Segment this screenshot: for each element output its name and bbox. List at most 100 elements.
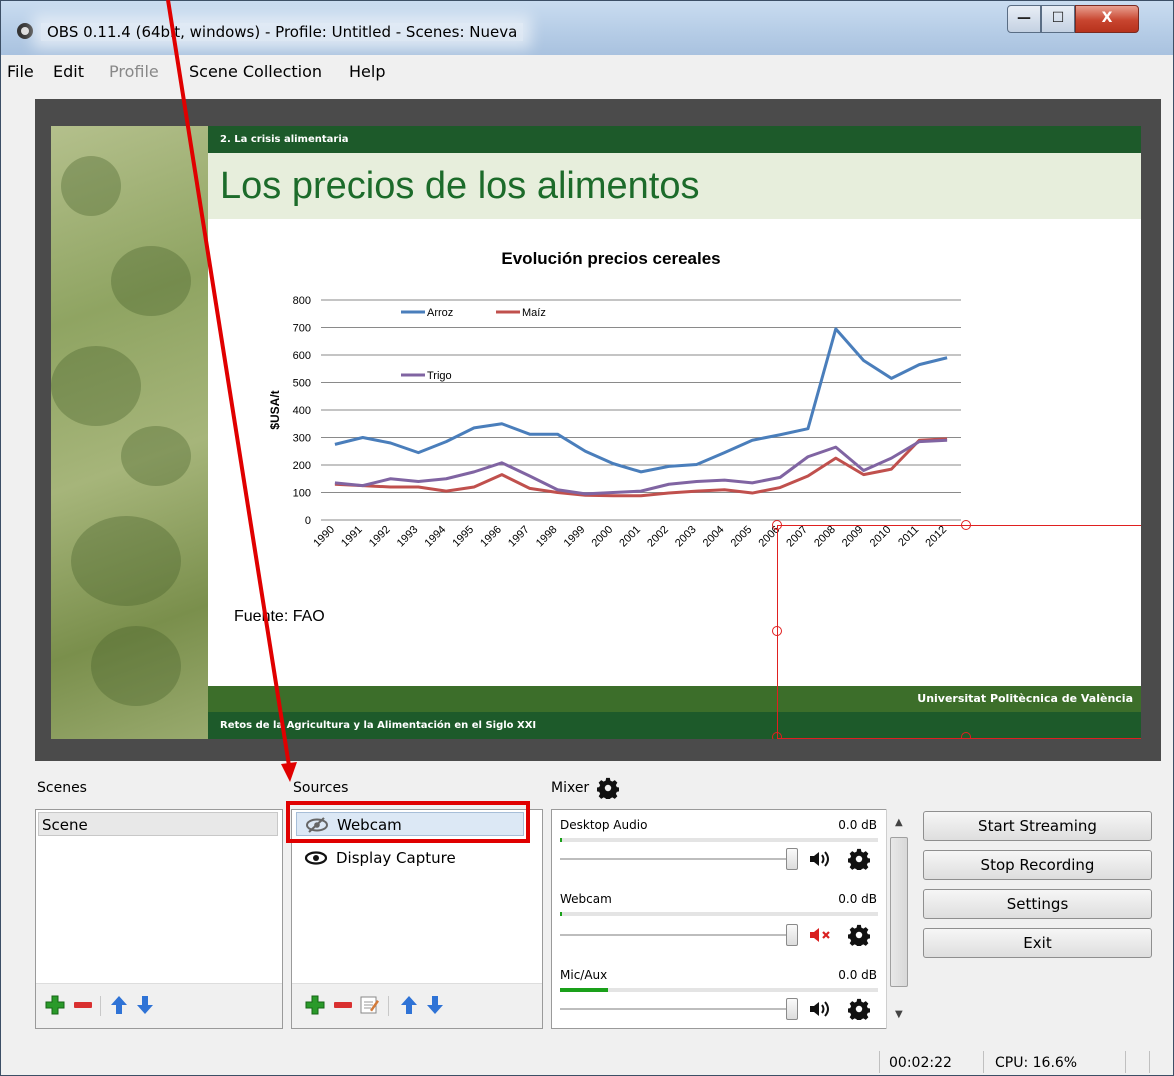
mixer-label: Mixer bbox=[551, 780, 590, 796]
title-bar[interactable]: OBS 0.11.4 (64bit, windows) - Profile: U… bbox=[1, 1, 1173, 55]
volume-slider-knob[interactable] bbox=[786, 848, 798, 870]
move-source-down-icon[interactable] bbox=[424, 994, 446, 1016]
legend-arroz: Arroz bbox=[427, 307, 453, 319]
x-tick-label: 1998 bbox=[534, 524, 560, 550]
status-bar: 00:02:22 CPU: 16.6% bbox=[1, 1047, 1173, 1075]
maximize-button[interactable]: ☐ bbox=[1041, 5, 1075, 33]
x-tick-label: 2003 bbox=[673, 524, 699, 550]
resize-handle-t[interactable] bbox=[961, 520, 971, 530]
y-tick-label: 0 bbox=[305, 515, 311, 527]
scene-item[interactable]: Scene bbox=[38, 812, 278, 836]
scroll-down-arrow-icon[interactable]: ▼ bbox=[895, 1009, 903, 1020]
y-tick-label: 100 bbox=[293, 488, 311, 500]
preview-area[interactable]: 2. La crisis alimentaria Los precios de … bbox=[35, 99, 1161, 761]
exit-button[interactable]: Exit bbox=[923, 928, 1152, 958]
speaker-icon[interactable] bbox=[808, 1000, 830, 1018]
x-tick-label: 2000 bbox=[589, 524, 615, 550]
x-tick-label: 1995 bbox=[450, 524, 476, 550]
move-scene-down-icon[interactable] bbox=[134, 994, 156, 1016]
speaker-muted-icon[interactable] bbox=[808, 926, 832, 944]
speaker-icon[interactable] bbox=[808, 850, 830, 868]
y-tick-label: 600 bbox=[293, 350, 311, 362]
y-tick-label: 400 bbox=[293, 405, 311, 417]
minimize-button[interactable]: — bbox=[1007, 5, 1041, 33]
x-tick-label: 1996 bbox=[478, 524, 504, 550]
slide-source-note: Fuente: FAO bbox=[234, 608, 325, 625]
add-scene-icon[interactable] bbox=[44, 994, 66, 1016]
volume-slider[interactable] bbox=[560, 934, 794, 936]
resize-handle-bl[interactable] bbox=[772, 732, 782, 739]
source-item-display-capture[interactable]: Display Capture bbox=[296, 846, 536, 870]
mixer-channel-name: Desktop Audio bbox=[560, 818, 648, 832]
sources-label: Sources bbox=[293, 780, 349, 796]
scenes-list[interactable]: Scene bbox=[35, 809, 283, 1029]
x-tick-label: 1999 bbox=[562, 524, 588, 550]
legend-maiz: Maíz bbox=[522, 307, 546, 319]
start-streaming-button[interactable]: Start Streaming bbox=[923, 811, 1152, 841]
x-tick-label: 1990 bbox=[311, 524, 337, 550]
source-name-display-capture: Display Capture bbox=[336, 849, 456, 867]
move-scene-up-icon[interactable] bbox=[108, 994, 130, 1016]
y-tick-label: 800 bbox=[293, 295, 311, 307]
webcam-selection-box[interactable] bbox=[777, 525, 1141, 739]
mixer-channel-name: Webcam bbox=[560, 892, 612, 906]
scrollbar-thumb[interactable] bbox=[890, 837, 908, 987]
volume-slider[interactable] bbox=[560, 1008, 794, 1010]
resize-handle-l[interactable] bbox=[772, 626, 782, 636]
slide-section: 2. La crisis alimentaria bbox=[208, 126, 1141, 153]
menu-scene-collection[interactable]: Scene Collection bbox=[189, 62, 322, 81]
obs-window: OBS 0.11.4 (64bit, windows) - Profile: U… bbox=[0, 0, 1174, 1076]
channel-settings-gear-icon[interactable] bbox=[848, 924, 870, 946]
series-line-maíz bbox=[334, 437, 948, 498]
mixer-gear-icon[interactable] bbox=[597, 777, 619, 799]
series-line-arroz bbox=[334, 327, 948, 474]
volume-meter bbox=[560, 838, 878, 842]
y-tick-label: 500 bbox=[293, 378, 311, 390]
add-source-icon[interactable] bbox=[304, 994, 326, 1016]
volume-meter bbox=[560, 912, 878, 916]
menu-help[interactable]: Help bbox=[349, 62, 385, 81]
menu-profile[interactable]: Profile bbox=[109, 62, 159, 81]
legend-trigo: Trigo bbox=[427, 370, 452, 382]
close-button[interactable]: X bbox=[1075, 5, 1139, 33]
remove-scene-icon[interactable] bbox=[72, 994, 94, 1016]
x-tick-label: 1993 bbox=[395, 524, 421, 550]
audio-mixer: Desktop Audio 0.0 dB Webcam 0.0 dB Mic/A… bbox=[551, 809, 912, 1029]
volume-slider[interactable] bbox=[560, 858, 794, 860]
resize-handle-b[interactable] bbox=[961, 732, 971, 739]
stop-recording-button[interactable]: Stop Recording bbox=[923, 850, 1152, 880]
menu-edit[interactable]: Edit bbox=[53, 62, 84, 81]
mixer-channel-name: Mic/Aux bbox=[560, 968, 608, 982]
scenes-label: Scenes bbox=[37, 780, 87, 796]
volume-slider-knob[interactable] bbox=[786, 924, 798, 946]
mixer-channel-db: 0.0 dB bbox=[838, 892, 877, 906]
move-source-up-icon[interactable] bbox=[398, 994, 420, 1016]
eye-icon[interactable] bbox=[304, 850, 328, 866]
x-tick-label: 1992 bbox=[367, 524, 393, 550]
mixer-channel-db: 0.0 dB bbox=[838, 968, 877, 982]
x-tick-label: 1991 bbox=[339, 524, 365, 550]
vegetables-photo bbox=[51, 126, 208, 739]
menu-bar: File Edit Profile Scene Collection Help bbox=[1, 57, 1173, 85]
menu-file[interactable]: File bbox=[7, 62, 34, 81]
obs-logo-icon bbox=[17, 23, 33, 39]
channel-settings-gear-icon[interactable] bbox=[848, 848, 870, 870]
settings-button[interactable]: Settings bbox=[923, 889, 1152, 919]
volume-slider-knob[interactable] bbox=[786, 998, 798, 1020]
x-tick-label: 2002 bbox=[645, 524, 671, 550]
remove-source-icon[interactable] bbox=[332, 994, 354, 1016]
mixer-scrollbar[interactable]: ▲ ▼ bbox=[886, 809, 912, 1029]
highlight-webcam-annotation bbox=[286, 801, 530, 843]
sources-toolbar bbox=[292, 983, 542, 1028]
slide-display-capture: 2. La crisis alimentaria Los precios de … bbox=[51, 126, 1141, 739]
slide-title: Los precios de los alimentos bbox=[220, 165, 700, 207]
channel-settings-gear-icon[interactable] bbox=[848, 998, 870, 1020]
scroll-up-arrow-icon[interactable]: ▲ bbox=[895, 817, 903, 828]
cpu-usage: CPU: 16.6% bbox=[995, 1055, 1078, 1071]
slide-title-band: Los precios de los alimentos bbox=[208, 153, 1141, 219]
source-properties-icon[interactable] bbox=[358, 994, 380, 1016]
x-tick-label: 1994 bbox=[423, 524, 449, 550]
x-tick-label: 2005 bbox=[729, 524, 755, 550]
y-tick-label: 700 bbox=[293, 323, 311, 335]
resize-handle-tl[interactable] bbox=[772, 520, 782, 530]
